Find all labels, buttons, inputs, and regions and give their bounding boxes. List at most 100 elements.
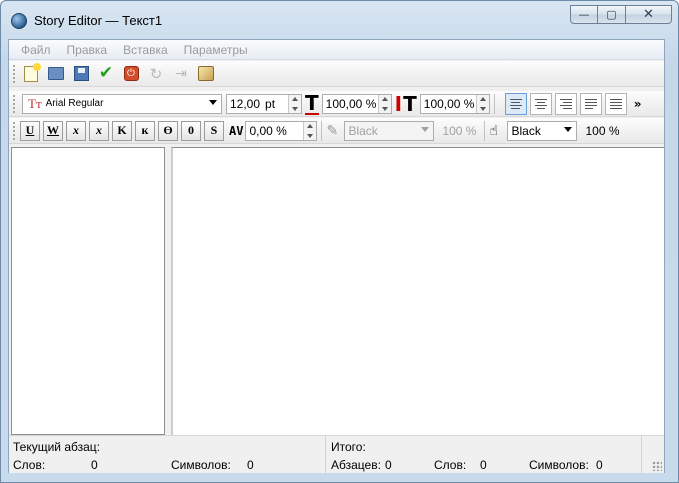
maximize-button[interactable]: ▢ — [598, 5, 626, 24]
toolbar-grip[interactable] — [13, 121, 17, 140]
toolbar-grip[interactable] — [13, 94, 17, 113]
refresh-icon: ↻ — [149, 64, 163, 83]
chars-label: Символов: — [171, 458, 231, 472]
pen-color-icon: ✎ — [326, 122, 339, 139]
save-button[interactable] — [70, 63, 92, 85]
chars-value: 0 — [247, 458, 254, 472]
app-icon — [11, 13, 27, 29]
alignment-group — [504, 92, 630, 115]
vertical-scale-spinner[interactable] — [475, 94, 489, 113]
apply-button[interactable]: ✔ — [95, 63, 117, 85]
chevron-down-icon — [209, 99, 217, 105]
words-value: 0 — [91, 458, 98, 472]
underline-button[interactable]: U — [20, 120, 40, 141]
horizontal-scale-icon: T — [305, 90, 319, 115]
title-bar[interactable]: Story Editor — Текст1 — ▢ ✕ — [1, 1, 678, 35]
edit-button[interactable] — [195, 63, 217, 85]
total-words-label: Слов: — [434, 458, 467, 472]
vertical-scale-value: 100,00 % — [423, 96, 475, 111]
align-center-button[interactable] — [529, 92, 552, 115]
horizontal-scale-field[interactable]: 100,00 % — [321, 93, 392, 114]
horizontal-scale-value: 100,00 % — [325, 96, 377, 111]
cancel-button[interactable]: ⏻ — [120, 63, 142, 85]
subscript-button[interactable]: x — [66, 120, 86, 141]
align-right-button[interactable] — [554, 92, 577, 115]
menu-edit[interactable]: Правка — [59, 43, 116, 57]
paragraph-styles-pane[interactable] — [11, 147, 165, 435]
vertical-scale-field[interactable]: 100,00 % — [419, 93, 490, 114]
redo-button[interactable]: ⇥ — [170, 63, 192, 85]
background-color-value: Black — [511, 123, 541, 138]
shadow-button[interactable]: S — [204, 120, 224, 141]
font-family-value: Arial Regular — [45, 98, 104, 109]
chevron-down-icon — [564, 126, 573, 132]
kerning-spinner[interactable] — [303, 121, 317, 140]
paragraphs-label: Абзацев: — [331, 458, 381, 472]
resize-grip[interactable] — [652, 461, 662, 471]
font-size-value: 12,00 — [230, 96, 261, 111]
total-label: Итого: — [331, 440, 366, 454]
toolbar-overflow-button[interactable]: » — [634, 97, 642, 111]
background-color-icon: ☝ — [489, 122, 499, 139]
small-caps-button[interactable]: к — [135, 120, 155, 141]
story-editor-window: Story Editor — Текст1 — ▢ ✕ Файл Правка … — [0, 0, 679, 483]
chevron-down-icon — [421, 126, 430, 132]
style-toolbar: U W x x K к Ө 0 S AV 0,00 % ✎ Black 100 … — [9, 118, 664, 144]
window-controls: — ▢ ✕ — [570, 5, 672, 25]
new-button[interactable] — [20, 62, 42, 85]
font-size-spinner[interactable] — [288, 94, 301, 113]
align-justify-button[interactable] — [579, 92, 602, 115]
minimize-button[interactable]: — — [570, 5, 598, 24]
edit-icon — [198, 66, 214, 81]
refresh-button[interactable]: ↻ — [145, 63, 167, 85]
menu-settings[interactable]: Параметры — [176, 43, 256, 57]
strikethrough-button[interactable]: Ө — [158, 120, 178, 141]
toolbar-separator — [484, 120, 486, 141]
font-icon: Tт — [28, 95, 42, 111]
toolbar-separator — [493, 93, 495, 114]
menu-insert[interactable]: Вставка — [115, 43, 176, 57]
text-color-shade[interactable]: 100 % — [442, 124, 476, 138]
editor-client-area: Файл Правка Вставка Параметры ✔ ⏻ ↻ ⇥ Tт… — [8, 39, 665, 474]
save-icon — [73, 66, 89, 81]
toolbar-grip[interactable] — [13, 64, 17, 83]
text-editor-area[interactable] — [171, 147, 664, 435]
total-words-value: 0 — [480, 458, 487, 472]
paragraphs-value: 0 — [385, 458, 392, 472]
font-size-unit: pt — [265, 96, 276, 111]
open-button[interactable] — [45, 63, 67, 85]
font-toolbar: Tт Arial Regular 12,00 pt T 100,00 % I T… — [9, 91, 664, 117]
menu-file[interactable]: Файл — [13, 43, 59, 57]
word-underline-button[interactable]: W — [43, 120, 63, 141]
background-color-shade[interactable]: 100 % — [585, 124, 619, 138]
cancel-icon: ⏻ — [123, 66, 139, 81]
status-divider — [641, 436, 642, 474]
outline-button[interactable]: 0 — [181, 120, 201, 141]
status-bar: Текущий абзац: Слов: 0 Символов: 0 Итого… — [9, 435, 664, 474]
align-force-justify-button[interactable] — [604, 92, 627, 115]
words-label: Слов: — [13, 458, 46, 472]
background-color-select[interactable]: Black — [507, 120, 578, 141]
kerning-value: 0,00 % — [249, 123, 287, 138]
new-document-icon — [24, 62, 41, 82]
open-icon — [48, 67, 64, 80]
font-family-select[interactable]: Tт Arial Regular — [22, 93, 222, 114]
align-left-button[interactable] — [504, 92, 527, 115]
total-chars-value: 0 — [596, 458, 603, 472]
menu-bar: Файл Правка Вставка Параметры — [9, 40, 664, 60]
font-size-field[interactable]: 12,00 pt — [226, 93, 302, 114]
superscript-button[interactable]: x — [89, 120, 109, 141]
toolbar-separator — [321, 120, 323, 141]
current-paragraph-label: Текущий абзац: — [13, 440, 100, 454]
check-icon: ✔ — [98, 63, 114, 83]
vertical-scale-letter-icon: T — [403, 91, 417, 116]
text-color-select[interactable]: Black — [344, 120, 435, 141]
total-chars-label: Символов: — [529, 458, 589, 472]
all-caps-button[interactable]: K — [112, 120, 132, 141]
redo-icon: ⇥ — [175, 65, 187, 82]
text-color-value: Black — [348, 123, 378, 138]
horizontal-scale-spinner[interactable] — [377, 94, 391, 113]
close-button[interactable]: ✕ — [626, 5, 672, 24]
kerning-field[interactable]: 0,00 % — [245, 120, 318, 141]
vertical-scale-icon: I — [394, 91, 403, 116]
